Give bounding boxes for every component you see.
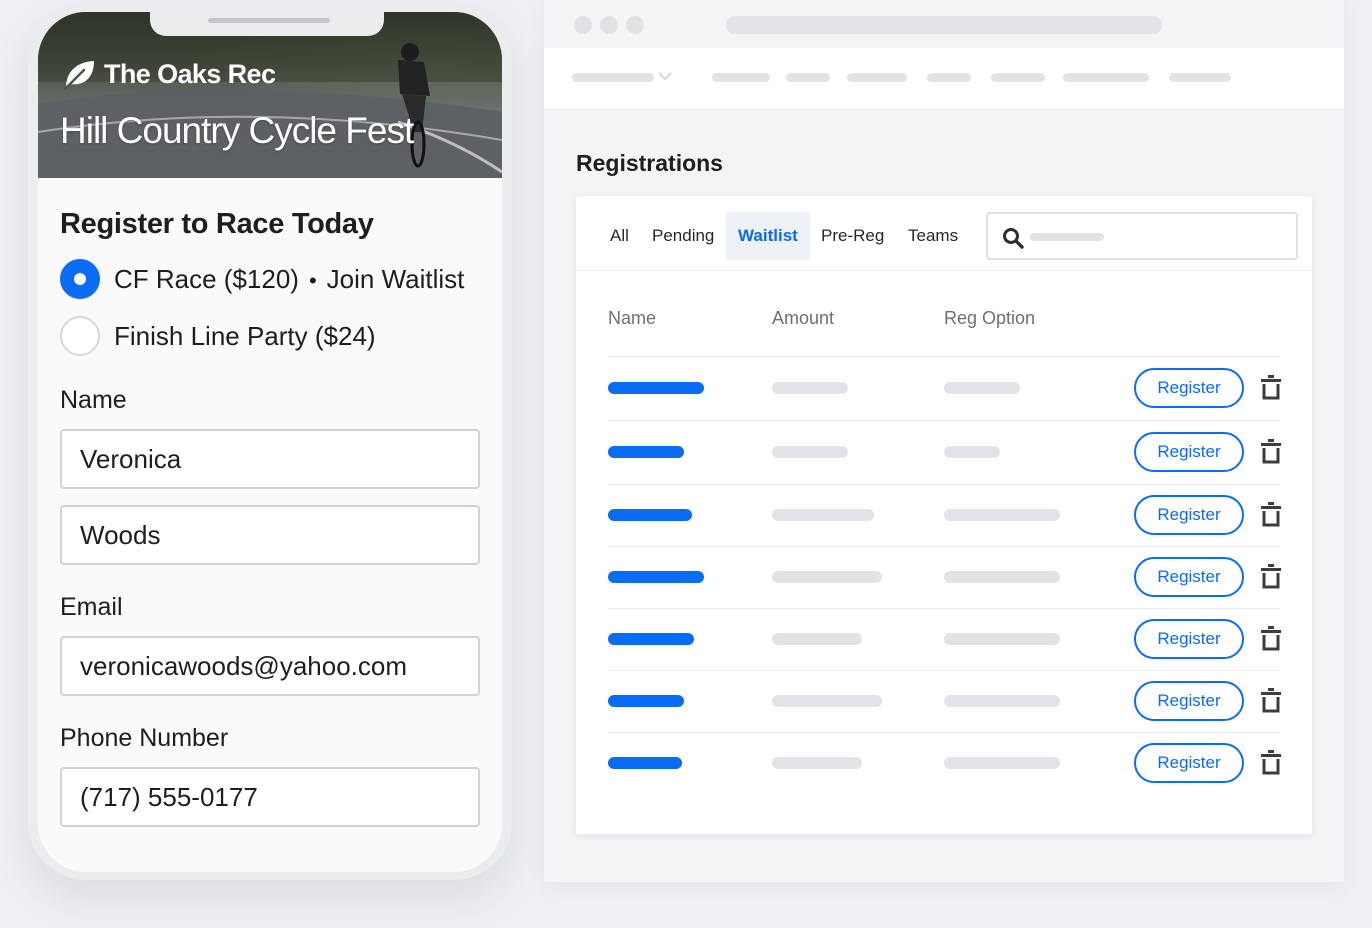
nav-account-switcher[interactable] bbox=[572, 73, 654, 82]
column-reg-option: Reg Option bbox=[944, 308, 1036, 328]
row-amount-placeholder bbox=[772, 509, 874, 521]
phone-mockup: The Oaks Rec Hill Country Cycle Fest Reg… bbox=[28, 4, 512, 880]
table-row: Register bbox=[608, 484, 1282, 546]
column-name: Name bbox=[608, 308, 657, 328]
event-title: Hill Country Cycle Fest bbox=[60, 110, 414, 151]
register-button[interactable]: Register bbox=[1134, 368, 1244, 408]
url-bar[interactable] bbox=[726, 16, 1162, 34]
table-row: Register bbox=[608, 546, 1282, 608]
row-name-placeholder bbox=[608, 509, 692, 521]
phone-notch bbox=[150, 12, 384, 36]
hero-road-illustration bbox=[38, 43, 502, 178]
register-button[interactable]: Register bbox=[1134, 681, 1244, 721]
option-cf-race[interactable]: CF Race ($120) • Join Waitlist bbox=[60, 259, 480, 299]
page-title: Registrations bbox=[576, 150, 723, 176]
app-nav bbox=[544, 48, 1344, 110]
last-name-field[interactable]: Woods bbox=[60, 505, 480, 565]
tab-pre-reg[interactable]: Pre-Reg bbox=[809, 212, 896, 260]
brand-logo: The Oaks Rec bbox=[62, 58, 276, 90]
leaf-icon bbox=[63, 61, 94, 90]
table-row: Register bbox=[608, 670, 1282, 732]
window-minimize-dot[interactable] bbox=[600, 16, 618, 34]
row-name-placeholder bbox=[608, 446, 684, 458]
row-reg-option-placeholder bbox=[944, 446, 1000, 458]
row-reg-option-placeholder bbox=[944, 757, 1060, 769]
registration-form: Register to Race Today CF Race ($120) • Jo… bbox=[60, 208, 480, 827]
column-amount: Amount bbox=[772, 308, 835, 328]
register-button[interactable]: Register bbox=[1134, 432, 1244, 472]
register-button[interactable]: Register bbox=[1134, 619, 1244, 659]
register-button[interactable]: Register bbox=[1134, 495, 1244, 535]
tab-all[interactable]: All bbox=[598, 212, 641, 260]
register-button[interactable]: Register bbox=[1134, 557, 1244, 597]
window-maximize-dot[interactable] bbox=[626, 16, 644, 34]
radio-cf-race[interactable] bbox=[60, 259, 100, 299]
nav-item-2[interactable] bbox=[786, 73, 830, 82]
option-finish-line-party-label: Finish Line Party ($24) bbox=[114, 320, 376, 351]
row-reg-option-placeholder bbox=[944, 695, 1060, 707]
trash-icon[interactable] bbox=[1260, 563, 1282, 589]
table-row: Register bbox=[608, 608, 1282, 670]
tab-waitlist[interactable]: Waitlist bbox=[726, 212, 810, 260]
nav-item-5[interactable] bbox=[991, 73, 1045, 82]
phone-label: Phone Number bbox=[60, 724, 229, 752]
row-name-placeholder bbox=[608, 571, 704, 583]
trash-icon[interactable] bbox=[1260, 625, 1282, 651]
row-name-placeholder bbox=[608, 695, 684, 707]
stage: The Oaks Rec Hill Country Cycle Fest Reg… bbox=[0, 0, 1372, 928]
trash-icon[interactable] bbox=[1260, 501, 1282, 527]
registrations-card: All Pending Waitlist Pre-Reg Teams Name … bbox=[576, 196, 1312, 834]
row-amount-placeholder bbox=[772, 446, 848, 458]
radio-finish-line-party[interactable] bbox=[60, 316, 100, 356]
form-title: Register to Race Today bbox=[60, 208, 374, 240]
register-button[interactable]: Register bbox=[1134, 743, 1244, 783]
trash-icon[interactable] bbox=[1260, 749, 1282, 775]
row-amount-placeholder bbox=[772, 757, 862, 769]
brand-name: The Oaks Rec bbox=[104, 58, 276, 89]
window-close-dot[interactable] bbox=[574, 16, 592, 34]
chevron-down-icon[interactable] bbox=[658, 71, 672, 81]
row-name-placeholder bbox=[608, 633, 694, 645]
row-reg-option-placeholder bbox=[944, 509, 1060, 521]
search-input[interactable] bbox=[986, 212, 1298, 260]
event-hero-image: The Oaks Rec Hill Country Cycle Fest bbox=[38, 12, 502, 178]
nav-item-6[interactable] bbox=[1063, 73, 1149, 82]
browser-titlebar bbox=[544, 0, 1344, 48]
email-field[interactable]: veronicawoods@yahoo.com bbox=[60, 636, 480, 696]
row-name-placeholder bbox=[608, 757, 682, 769]
row-amount-placeholder bbox=[772, 633, 862, 645]
table-row: Register bbox=[608, 420, 1282, 482]
notch-speaker bbox=[208, 18, 330, 23]
first-name-field[interactable]: Veronica bbox=[60, 429, 480, 489]
nav-item-1[interactable] bbox=[712, 73, 770, 82]
phone-screen: The Oaks Rec Hill Country Cycle Fest Reg… bbox=[38, 12, 502, 872]
table-row: Register bbox=[608, 732, 1282, 794]
trash-icon[interactable] bbox=[1260, 374, 1282, 400]
email-label: Email bbox=[60, 593, 123, 621]
trash-icon[interactable] bbox=[1260, 687, 1282, 713]
search-icon bbox=[1003, 228, 1024, 249]
trash-icon[interactable] bbox=[1260, 438, 1282, 464]
option-finish-line-party[interactable]: Finish Line Party ($24) bbox=[60, 316, 480, 356]
row-name-placeholder bbox=[608, 382, 704, 394]
nav-item-3[interactable] bbox=[847, 73, 907, 82]
join-waitlist-label: Join Waitlist bbox=[326, 263, 465, 294]
option-cf-race-label: CF Race ($120) • Join Waitlist bbox=[114, 263, 465, 294]
row-reg-option-placeholder bbox=[944, 382, 1020, 394]
row-reg-option-placeholder bbox=[944, 571, 1060, 583]
tab-bar: All Pending Waitlist Pre-Reg Teams bbox=[576, 196, 1312, 271]
row-amount-placeholder bbox=[772, 382, 848, 394]
search-placeholder bbox=[1030, 233, 1104, 241]
table-row: Register bbox=[608, 356, 1282, 418]
tab-pending[interactable]: Pending bbox=[640, 212, 726, 260]
tab-teams[interactable]: Teams bbox=[896, 212, 970, 260]
row-amount-placeholder bbox=[772, 571, 882, 583]
nav-item-7[interactable] bbox=[1169, 73, 1231, 82]
nav-item-4[interactable] bbox=[927, 73, 971, 82]
phone-field[interactable]: (717) 555-0177 bbox=[60, 767, 480, 827]
browser-window: Registrations All Pending Waitlist Pre-R… bbox=[544, 0, 1344, 882]
row-reg-option-placeholder bbox=[944, 633, 1060, 645]
row-amount-placeholder bbox=[772, 695, 882, 707]
name-label: Name bbox=[60, 386, 127, 414]
